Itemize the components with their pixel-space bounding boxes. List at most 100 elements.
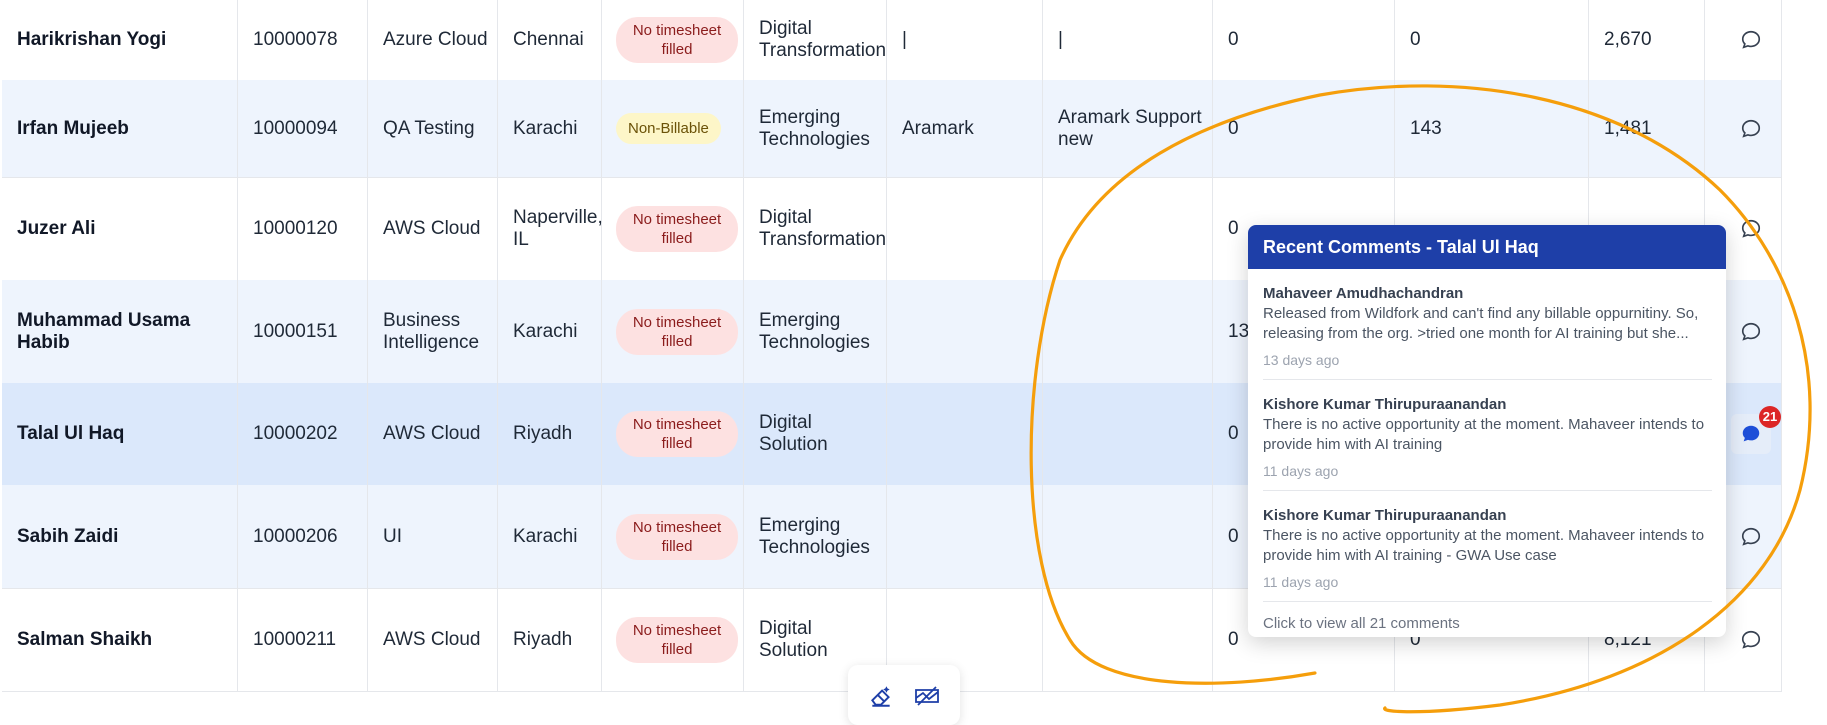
table-cell-project xyxy=(1043,485,1213,588)
table-cell-loc: Karachi xyxy=(498,485,602,588)
cell-text-skill: AWS Cloud xyxy=(383,423,481,444)
table-cell-loc: Naperville, IL xyxy=(498,177,603,280)
table-row[interactable]: Harikrishan Yogi 10000078 Azure Cloud Chenn… xyxy=(2,0,1782,81)
recent-comments-popup: Recent Comments - Talal Ul Haq Mahaveer … xyxy=(1248,225,1726,637)
table-cell-chat xyxy=(1705,0,1782,80)
table-cell-bu: Digital Transformation xyxy=(744,177,887,280)
table-cell-loc: Riyadh xyxy=(498,588,602,691)
chat-bubble-icon[interactable] xyxy=(1736,25,1766,55)
table-cell-status: No timesheet filled xyxy=(602,485,744,588)
cell-text-id: 10000120 xyxy=(253,217,338,239)
view-all-comments-link[interactable]: Click to view all 21 comments xyxy=(1263,602,1711,632)
table-cell-name: Salman Shaikh xyxy=(2,588,238,691)
table-cell-n1: 0 xyxy=(1213,80,1395,177)
table-cell-project xyxy=(1043,383,1213,485)
cell-text-loc: Karachi xyxy=(513,525,578,547)
table-cell-id: 10000151 xyxy=(238,280,368,383)
comment-item: Kishore Kumar Thirupuraanandan There is … xyxy=(1263,380,1712,491)
chat-bubble-icon[interactable] xyxy=(1736,214,1766,244)
table-cell-id: 10000120 xyxy=(238,177,368,280)
table-cell-skill: UI xyxy=(368,485,498,588)
table-cell-id: 10000211 xyxy=(238,588,368,691)
table-row[interactable]: Irfan Mujeeb 10000094 QA Testing Karachi Non… xyxy=(2,80,1782,178)
cell-text-n3: 2,670 xyxy=(1604,29,1652,50)
table-cell-id: 10000202 xyxy=(238,383,368,485)
table-cell-status: No timesheet filled xyxy=(602,0,744,80)
table-cell-loc: Karachi xyxy=(498,80,602,177)
status-badge: No timesheet filled xyxy=(616,411,738,457)
table-cell-chat xyxy=(1705,80,1782,177)
chat-bubble-icon[interactable] xyxy=(1736,625,1766,655)
cell-text-n1: 0 xyxy=(1228,628,1239,650)
cell-text-id: 10000211 xyxy=(253,628,337,650)
chat-bubble-icon[interactable]: 21 xyxy=(1731,406,1781,454)
comment-author: Kishore Kumar Thirupuraanandan xyxy=(1263,507,1507,524)
table-cell-project: Aramark Support new xyxy=(1043,80,1213,177)
comment-item: Kishore Kumar Thirupuraanandan There is … xyxy=(1263,491,1712,602)
table-cell-id: 10000078 xyxy=(238,0,368,80)
clear-annotations-icon[interactable] xyxy=(910,679,944,713)
table-cell-skill: QA Testing xyxy=(368,80,498,177)
status-badge: No timesheet filled xyxy=(616,17,738,63)
cell-text-bu: Digital Solution xyxy=(759,617,828,661)
cell-text-loc: Karachi xyxy=(513,117,578,139)
cell-text-n1: 0 xyxy=(1228,117,1239,139)
cell-text-loc: Karachi xyxy=(513,320,578,342)
comment-text: Released from Wildfork and can't find an… xyxy=(1263,305,1699,342)
table-cell-project: | xyxy=(1043,0,1213,80)
cell-text-n3: 1,481 xyxy=(1604,117,1652,139)
cell-text-n2: 0 xyxy=(1410,29,1421,50)
comment-count-badge: 21 xyxy=(1759,406,1781,428)
table-cell-project xyxy=(1043,280,1213,383)
table-cell-project xyxy=(1043,588,1213,691)
table-cell-status: No timesheet filled xyxy=(602,280,744,383)
cell-text-skill: AWS Cloud xyxy=(383,217,481,239)
cell-text-project: Aramark Support new xyxy=(1058,106,1202,150)
comment-author: Mahaveer Amudhachandran xyxy=(1263,285,1464,302)
cell-text-name: Talal Ul Haq xyxy=(17,423,125,444)
table-cell-skill: AWS Cloud xyxy=(368,177,498,280)
table-cell-n2: 0 xyxy=(1395,0,1589,80)
cell-text-bu: Digital Transformation xyxy=(759,18,887,61)
cell-text-id: 10000206 xyxy=(253,525,338,547)
cell-text-n1: 0 xyxy=(1228,423,1239,444)
comment-text: There is no active opportunity at the mo… xyxy=(1263,416,1705,453)
eraser-icon[interactable] xyxy=(864,679,898,713)
chat-bubble-icon[interactable] xyxy=(1736,317,1766,347)
cell-text-id: 10000151 xyxy=(253,320,338,342)
table-cell-client: Aramark xyxy=(887,80,1043,177)
table-cell-client xyxy=(887,177,1043,280)
cell-text-bu: Emerging Technologies xyxy=(759,514,870,558)
status-badge: No timesheet filled xyxy=(616,616,738,663)
cell-text-skill: Business Intelligence xyxy=(383,309,480,353)
table-cell-name: Irfan Mujeeb xyxy=(2,80,238,177)
cell-text-project: | xyxy=(1058,29,1063,50)
cell-text-id: 10000078 xyxy=(253,29,338,50)
table-cell-client xyxy=(887,280,1043,383)
table-cell-bu: Digital Solution xyxy=(744,383,887,485)
table-cell-n3: 1,481 xyxy=(1589,80,1705,177)
cell-text-bu: Digital Solution xyxy=(759,412,828,455)
status-badge: Non-Billable xyxy=(616,113,721,144)
cell-text-id: 10000202 xyxy=(253,423,338,444)
annotation-toolbar xyxy=(848,665,960,725)
table-cell-loc: Riyadh xyxy=(498,383,602,485)
cell-text-bu: Emerging Technologies xyxy=(759,106,870,150)
table-cell-status: Non-Billable xyxy=(602,80,744,177)
table-cell-loc: Chennai xyxy=(498,0,602,80)
table-cell-n3: 2,670 xyxy=(1589,0,1705,80)
table-cell-name: Harikrishan Yogi xyxy=(2,0,238,80)
table-cell-status: No timesheet filled xyxy=(602,383,744,485)
cell-text-skill: QA Testing xyxy=(383,117,475,139)
table-cell-bu: Digital Transformation xyxy=(744,0,887,80)
table-cell-skill: Business Intelligence xyxy=(368,280,498,383)
table-cell-client xyxy=(887,485,1043,588)
cell-text-name: Salman Shaikh xyxy=(17,628,153,650)
chat-bubble-icon[interactable] xyxy=(1736,114,1766,144)
comment-text: There is no active opportunity at the mo… xyxy=(1263,527,1705,564)
chat-bubble-icon[interactable] xyxy=(1736,522,1766,552)
table-cell-skill: AWS Cloud xyxy=(368,588,498,691)
cell-text-skill: AWS Cloud xyxy=(383,628,481,650)
table-cell-id: 10000206 xyxy=(238,485,368,588)
table-cell-loc: Karachi xyxy=(498,280,602,383)
